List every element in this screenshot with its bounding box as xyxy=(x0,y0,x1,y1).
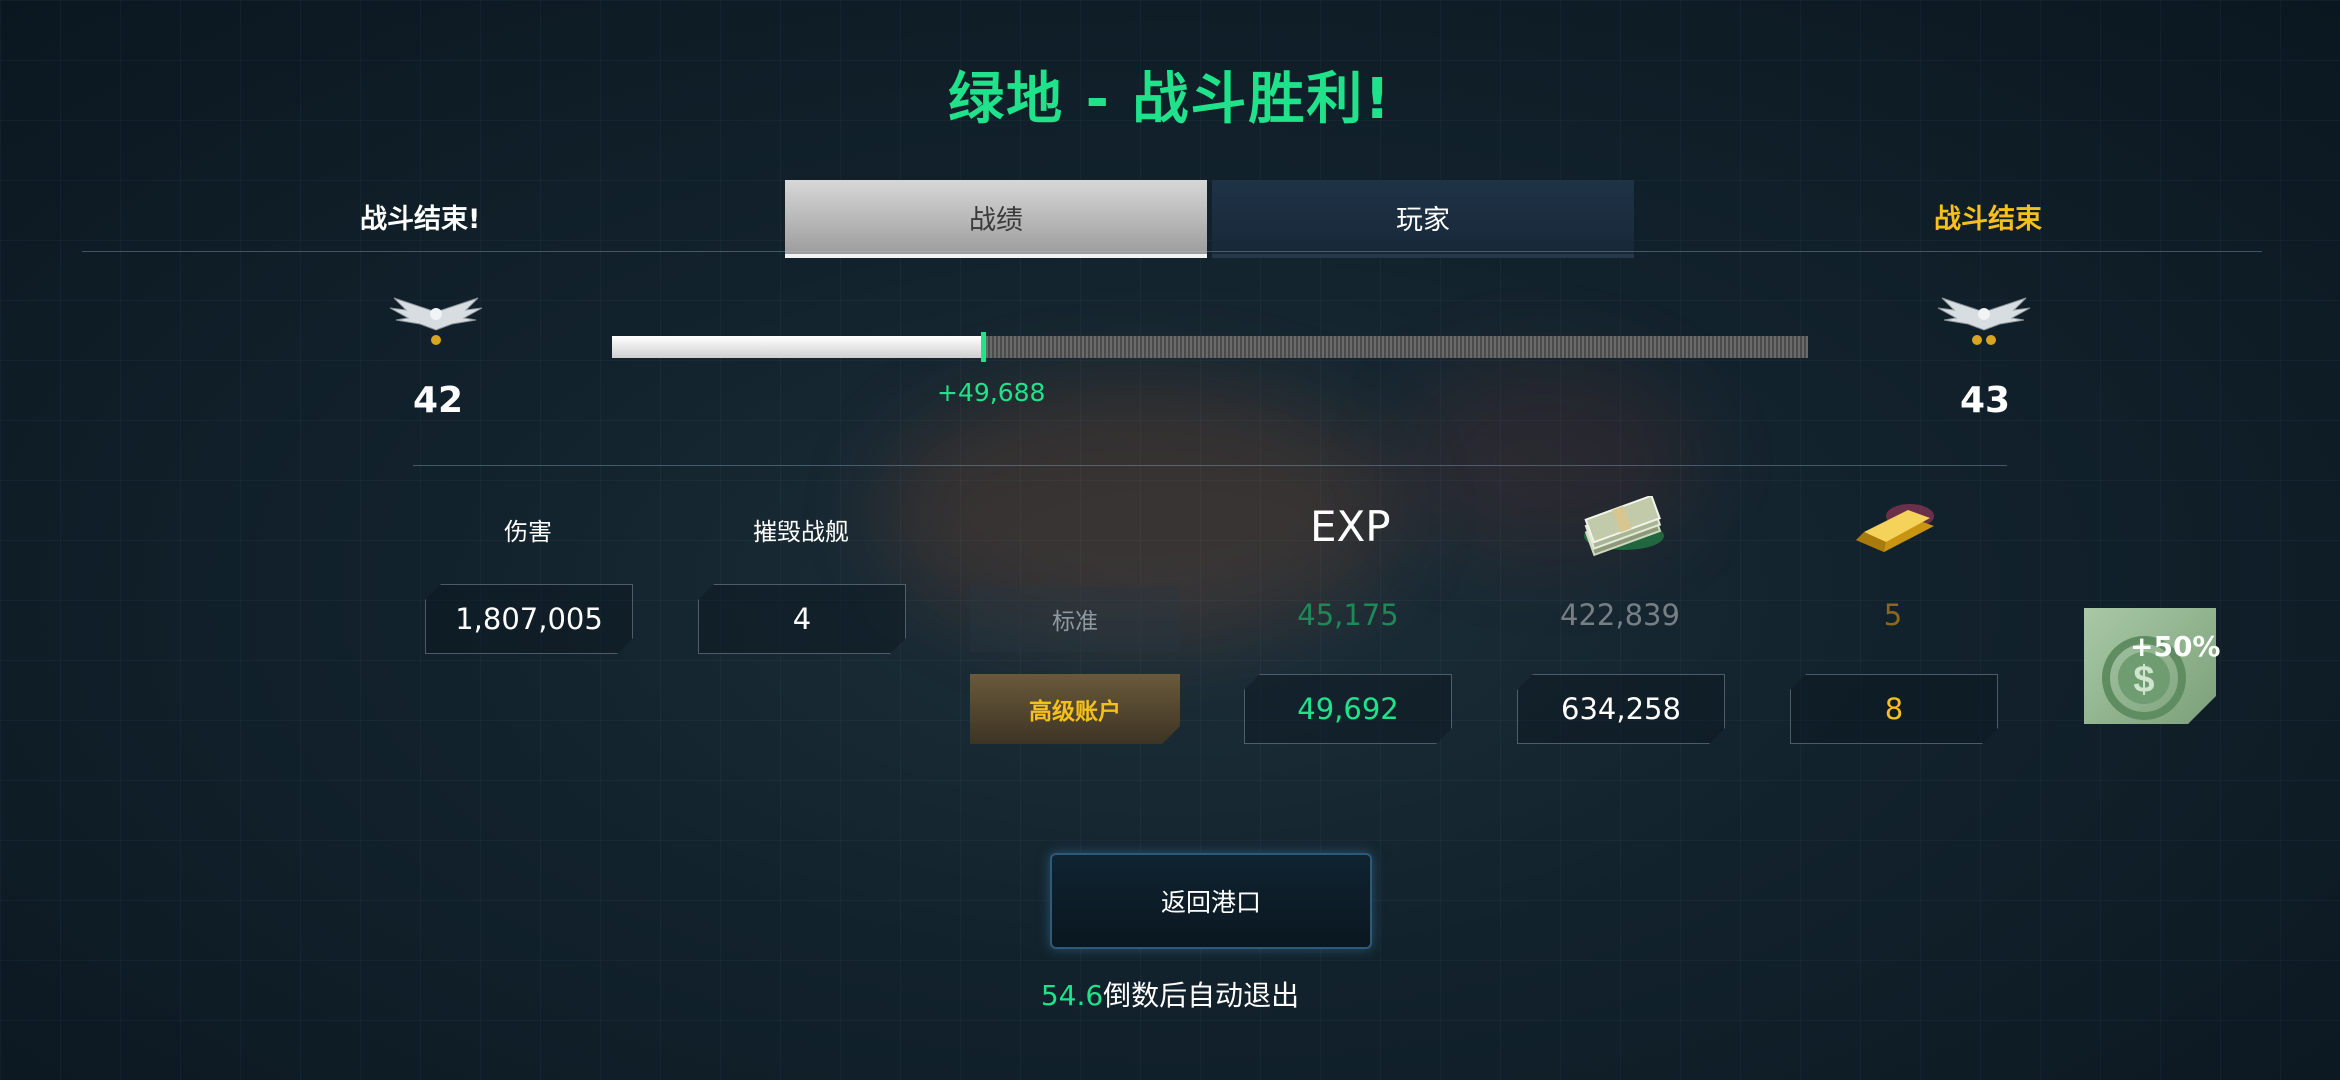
premium-row-label: 高级账户 xyxy=(970,674,1180,744)
left-battle-status: 战斗结束! xyxy=(360,204,481,235)
eagle-rank-icon-current xyxy=(389,297,483,345)
current-level: 42 xyxy=(413,380,464,421)
premium-exp: 49,692 xyxy=(1244,674,1452,744)
battle-result-title: 绿地 - 战斗胜利! xyxy=(948,67,1392,132)
ships-destroyed-value: 4 xyxy=(698,584,906,654)
standard-credits: 422,839 xyxy=(1560,598,1680,632)
countdown-text: 倒数后自动退出 xyxy=(1103,979,1300,1012)
eagle-rank-icon-next xyxy=(1937,297,2031,345)
premium-gold: 8 xyxy=(1790,674,1998,744)
xp-gain-text: +49,688 xyxy=(937,378,1046,407)
header-divider xyxy=(82,251,2262,252)
standard-gold: 5 xyxy=(1883,598,1903,632)
xp-progress-fill xyxy=(612,336,983,358)
damage-label: 伤害 xyxy=(504,518,552,546)
cash-stack-icon xyxy=(1584,496,1664,556)
auto-exit-countdown: 54.6倒数后自动退出 xyxy=(0,974,2340,1014)
gold-bar-icon xyxy=(1856,504,1934,552)
next-level: 43 xyxy=(1960,380,2011,421)
return-to-port-button[interactable]: 返回港口 xyxy=(1050,853,1372,949)
section-divider xyxy=(413,465,2007,466)
countdown-seconds: 54.6 xyxy=(1040,979,1104,1012)
xp-progress-marker xyxy=(980,332,986,362)
right-battle-status: 战斗结束 xyxy=(1934,204,2042,235)
tab-players[interactable]: 玩家 xyxy=(1212,180,1634,258)
standard-exp: 45,175 xyxy=(1297,598,1399,632)
exp-header: EXP xyxy=(1310,502,1391,551)
damage-value: 1,807,005 xyxy=(425,584,633,654)
ships-destroyed-label: 摧毁战舰 xyxy=(753,518,849,546)
xp-progress-bar xyxy=(612,332,1808,362)
svg-text:$: $ xyxy=(2133,659,2154,701)
premium-credits: 634,258 xyxy=(1517,674,1725,744)
premium-bonus-text: +50% xyxy=(2130,630,2221,663)
tab-battle-record[interactable]: 战绩 xyxy=(785,180,1207,258)
standard-row-label: 标准 xyxy=(970,586,1180,652)
